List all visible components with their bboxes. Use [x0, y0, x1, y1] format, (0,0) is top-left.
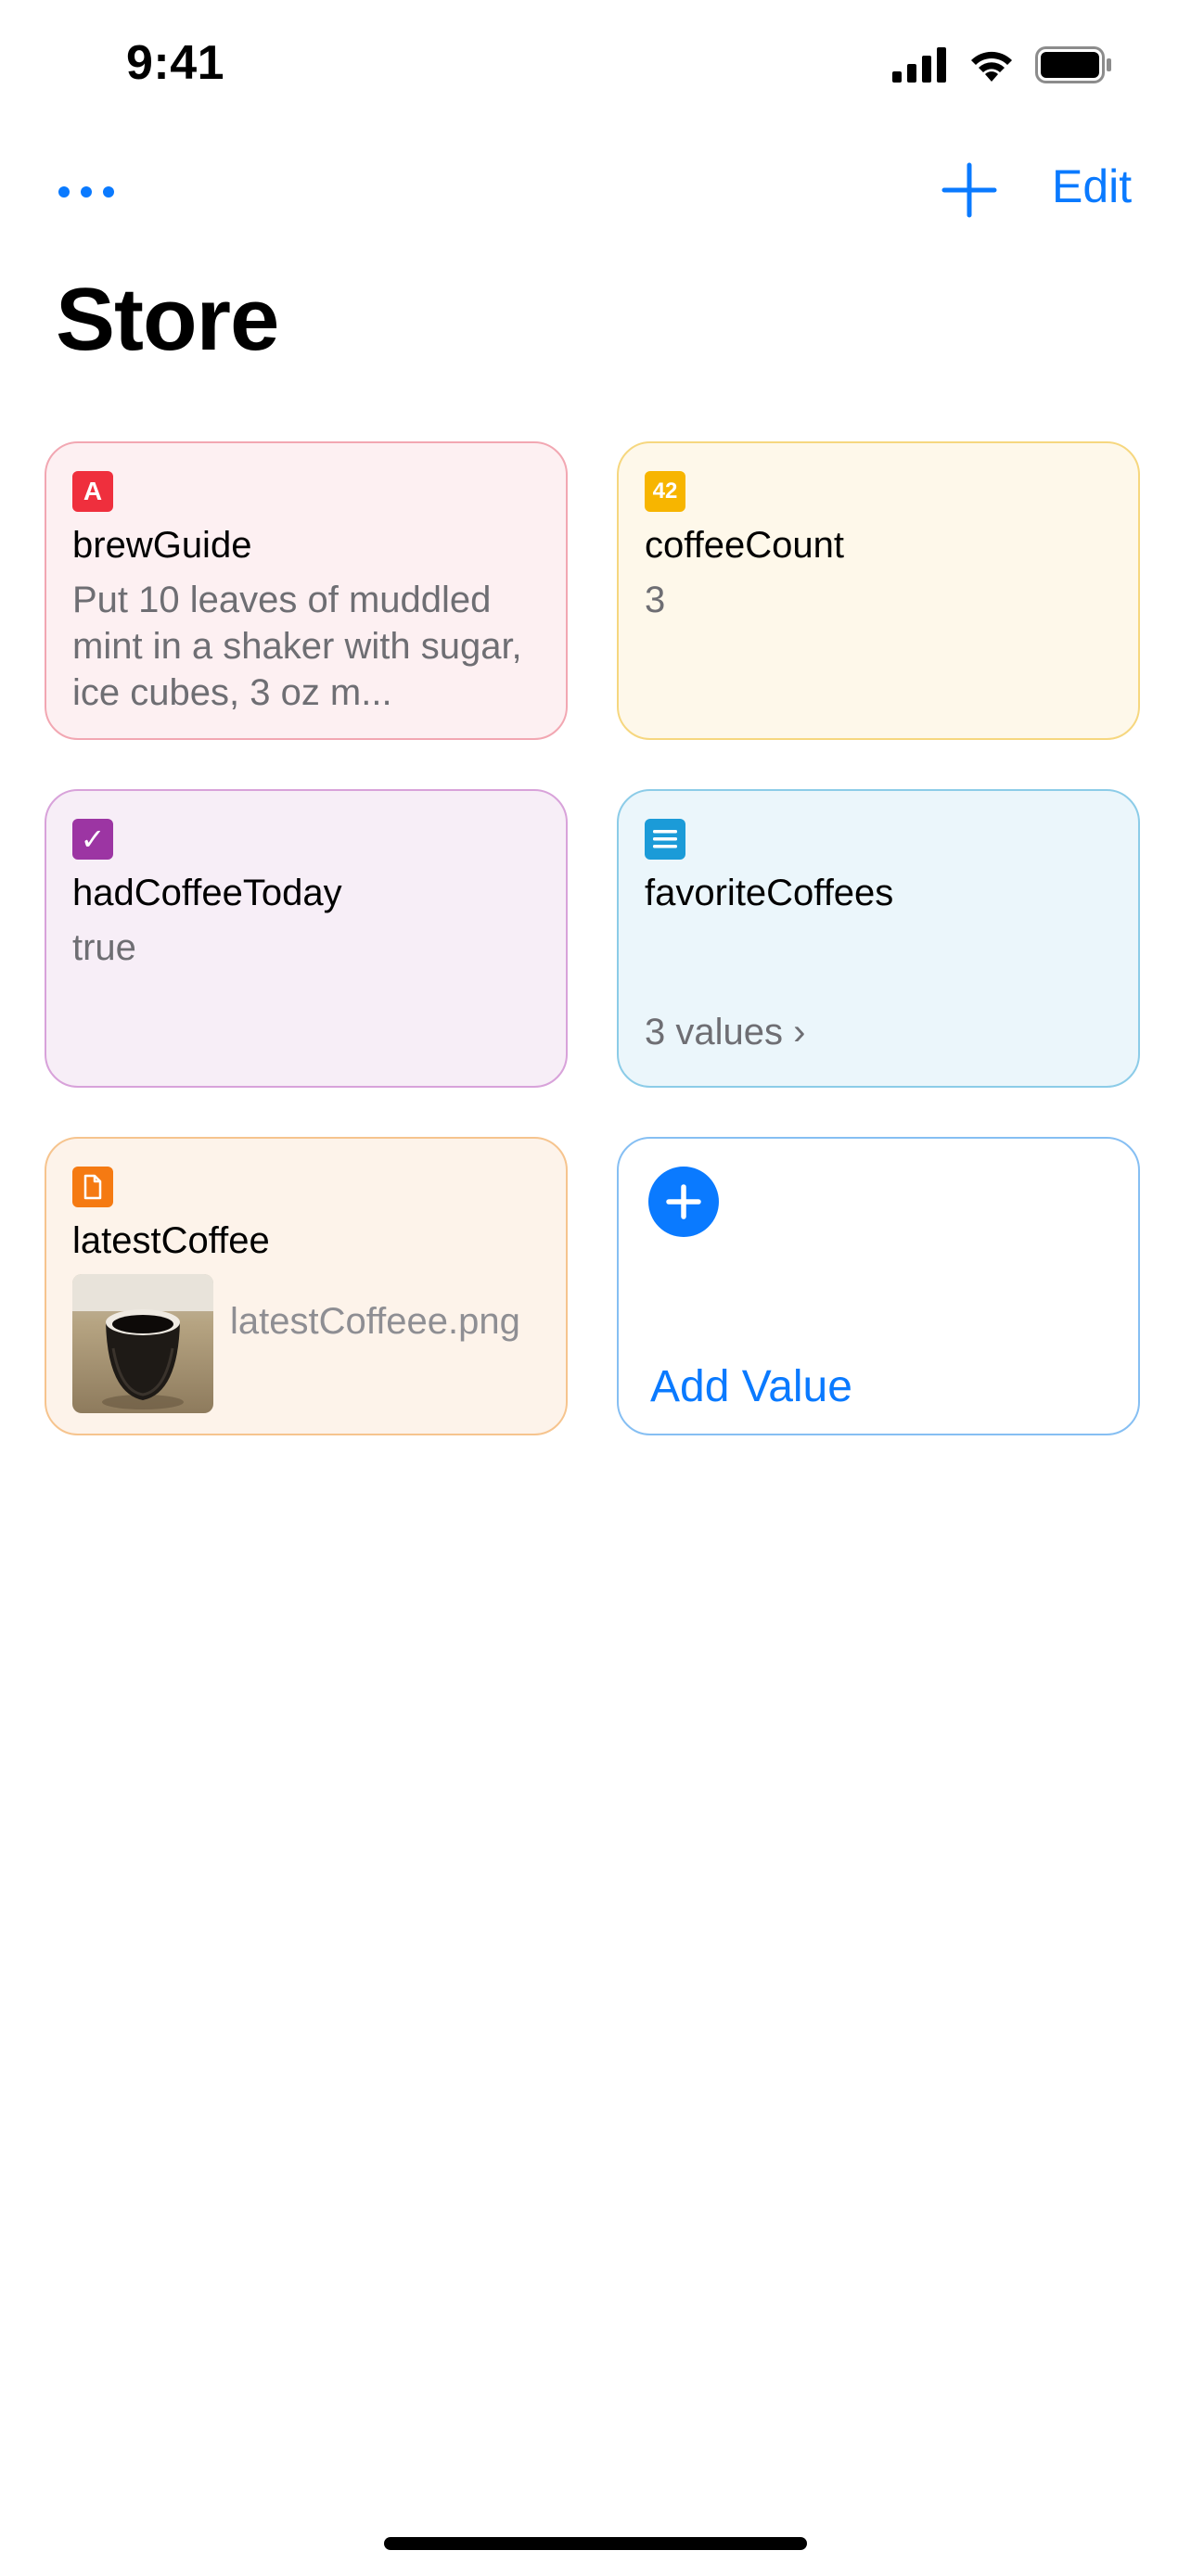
add-value-plus-icon[interactable] — [648, 1167, 719, 1237]
checkmark-glyph: ✓ — [80, 823, 106, 856]
coffee-cup-thumbnail — [72, 1274, 213, 1413]
home-indicator[interactable] — [384, 2537, 807, 2550]
card-value: Put 10 leaves of muddled mint in a shake… — [72, 580, 522, 713]
list-type-icon — [645, 819, 685, 860]
edit-button[interactable]: Edit — [1052, 159, 1132, 213]
card-key: hadCoffeeToday — [72, 873, 342, 913]
card-value: true — [72, 927, 136, 968]
card-value: 3 — [645, 580, 666, 620]
status-bar: 9:41 — [0, 0, 1191, 130]
cellular-signal-icon — [892, 47, 946, 83]
value-card-favoritecoffees[interactable]: favoriteCoffees 3 values › — [617, 789, 1140, 1088]
card-key: latestCoffee — [72, 1220, 270, 1261]
status-time: 9:41 — [126, 36, 225, 90]
more-options-button[interactable] — [52, 169, 126, 215]
add-value-card[interactable]: Add Value — [617, 1137, 1140, 1435]
card-key: favoriteCoffees — [645, 873, 894, 913]
string-type-glyph: A — [83, 477, 103, 505]
value-card-latestcoffee[interactable]: latestCoffee latestCoffeee.png — [45, 1137, 568, 1435]
plus-icon — [941, 162, 997, 218]
status-icons — [892, 46, 1113, 83]
add-button[interactable] — [937, 158, 1002, 223]
ellipsis-icon — [58, 186, 114, 198]
navigation-bar: Edit — [0, 148, 1191, 232]
number-type-icon: 42 — [645, 471, 685, 512]
card-key: coffeeCount — [645, 525, 844, 566]
value-card-hadcoffeetoday[interactable]: ✓ hadCoffeeToday true — [45, 789, 568, 1088]
file-name-label: latestCoffeee.png — [230, 1301, 520, 1342]
value-card-coffeecount[interactable]: 42 coffeeCount 3 — [617, 441, 1140, 740]
number-type-glyph: 42 — [652, 478, 678, 504]
page-title: Store — [56, 270, 279, 369]
add-value-label[interactable]: Add Value — [650, 1361, 852, 1412]
boolean-type-icon: ✓ — [72, 819, 113, 860]
card-key: brewGuide — [72, 525, 252, 566]
string-type-icon: A — [72, 471, 113, 512]
wifi-icon — [971, 51, 1012, 82]
value-card-brewguide[interactable]: A brewGuide Put 10 leaves of muddled min… — [45, 441, 568, 740]
values-count-link[interactable]: 3 values › — [645, 1012, 805, 1053]
file-type-icon — [72, 1167, 113, 1207]
battery-icon — [1035, 46, 1111, 83]
